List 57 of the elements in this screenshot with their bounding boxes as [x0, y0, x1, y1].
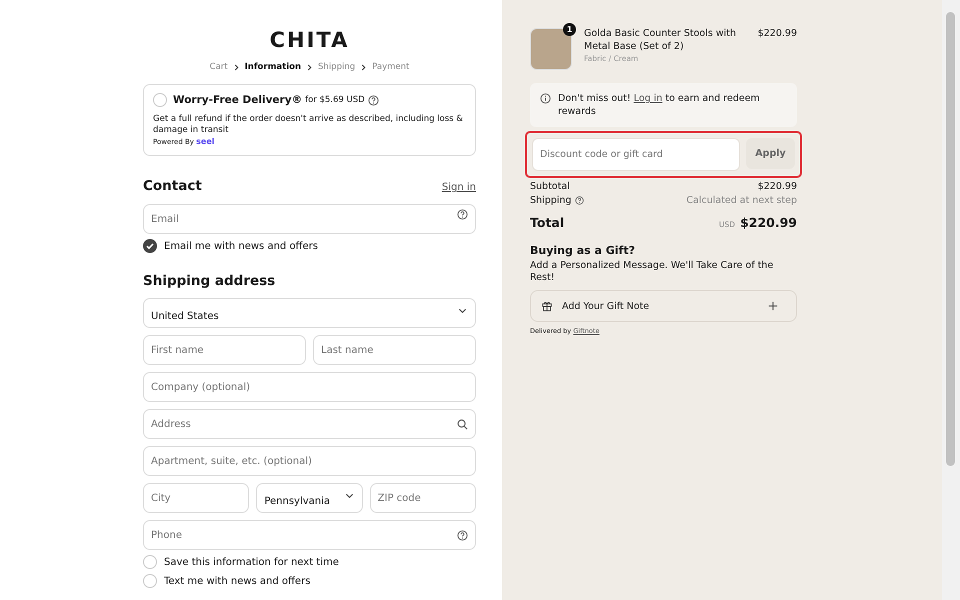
chevron-icon: [234, 64, 239, 70]
help-icon[interactable]: [575, 196, 584, 205]
protection-checkbox[interactable]: [153, 93, 167, 107]
search-icon: [457, 418, 468, 430]
help-icon[interactable]: [457, 208, 468, 220]
shipping-label: Shipping: [530, 194, 572, 206]
protection-description: Get a full refund if the order doesn't arrive as described, including loss & damage in transit: [153, 114, 464, 136]
subtotal-value: $220.99: [758, 180, 797, 192]
log-in-link[interactable]: Log in: [634, 93, 662, 104]
scrollbar-drawing[interactable]: [942, 0, 960, 600]
product-price: $220.99: [758, 28, 797, 41]
phone-field[interactable]: Phone: [143, 520, 476, 550]
checkbox-label: Email me with news and offers: [164, 240, 318, 252]
caret-icon: [458, 308, 467, 314]
breadcrumb-step[interactable]: Information: [244, 62, 302, 72]
rewards-message: Don't miss out! Log in to earn and redeem rewards: [558, 93, 761, 119]
protection-title: Worry-Free Delivery®: [173, 94, 302, 106]
select-field[interactable]: Pennsylvania: [256, 483, 363, 514]
plus-icon: [768, 301, 778, 312]
gift-heading: Buying as a Gift?: [530, 244, 636, 257]
quantity-badge: 1: [563, 23, 576, 36]
help-icon[interactable]: [368, 94, 379, 106]
shipping-value: Calculated at next step: [686, 194, 797, 206]
input-field[interactable]: Apartment, suite, etc. (optional): [143, 446, 476, 476]
help-icon[interactable]: [457, 530, 468, 541]
select-field[interactable]: United States: [143, 298, 476, 328]
address-field[interactable]: Address: [143, 409, 476, 440]
input-field[interactable]: ZIP code: [370, 483, 476, 514]
store-logo[interactable]: CHITA: [270, 28, 350, 52]
input-field[interactable]: City: [143, 483, 250, 514]
email-field[interactable]: Email: [143, 204, 476, 234]
checkbox-label: Save this information for next time: [164, 556, 339, 568]
total-label: Total: [530, 214, 564, 230]
breadcrumb-step[interactable]: Cart: [210, 62, 228, 72]
section-heading: Shipping address: [143, 273, 276, 290]
gift-description: Add a Personalized Message. We'll Take Care of the Rest!: [530, 260, 774, 286]
discount-field[interactable]: Discount code or gift card: [532, 138, 740, 171]
input-field[interactable]: Last name: [313, 335, 476, 366]
apply-button[interactable]: Apply: [746, 138, 795, 169]
chevron-icon: [307, 64, 312, 70]
sign-in-link[interactable]: Sign in: [442, 182, 476, 194]
chevron-icon: [361, 64, 366, 70]
input-field[interactable]: Company (optional): [143, 372, 476, 402]
input-field[interactable]: First name: [143, 335, 306, 366]
checkbox-label: Text me with news and offers: [164, 576, 310, 587]
product-name: Golda Basic Counter Stools with Metal Base (Set of 2): [584, 28, 737, 54]
protection-price: for $5.69 USD: [305, 95, 365, 105]
info-icon: [540, 93, 551, 104]
subtotal-label: Subtotal: [530, 180, 570, 192]
brand-name: seel: [196, 137, 215, 146]
caret-icon: [344, 492, 354, 499]
gift-note-button[interactable]: Add Your Gift Note: [530, 290, 797, 322]
product-photo-placeholder: [530, 28, 572, 70]
checkbox[interactable]: [143, 239, 157, 254]
gift-icon: [541, 300, 553, 312]
section-heading: Contact: [143, 178, 202, 194]
total-value: $220.99: [740, 214, 797, 230]
